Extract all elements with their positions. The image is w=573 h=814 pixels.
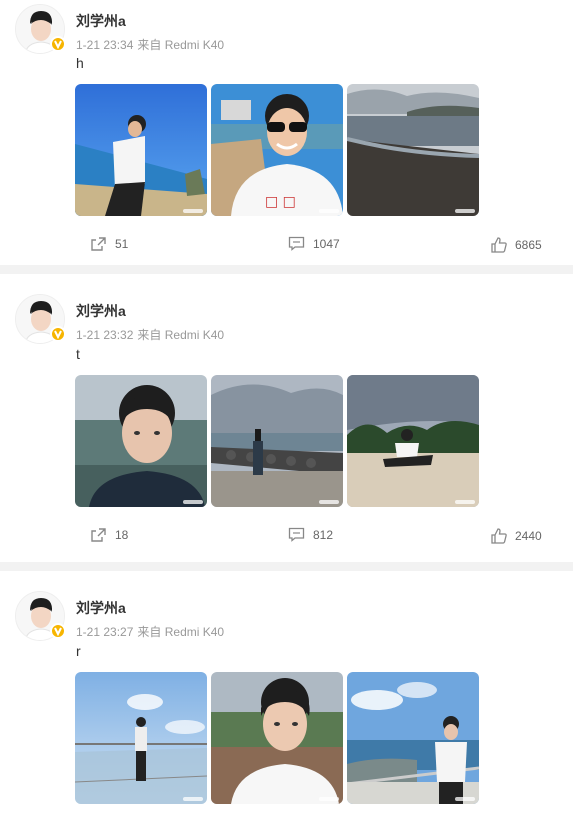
comment-icon — [288, 236, 305, 251]
post-divider — [0, 562, 573, 571]
post-time[interactable]: 1-21 23:27 — [76, 625, 133, 639]
post: 刘学州a 1-21 23:27 来自 Redmi K40 r — [0, 571, 573, 814]
post: 刘学州a 1-21 23:32 来自 Redmi K40 t 18 812 24… — [0, 274, 573, 562]
photo-coastal-city[interactable] — [347, 672, 479, 804]
author-name[interactable]: 刘学州a — [76, 301, 126, 321]
post-divider — [0, 265, 573, 274]
watermark — [183, 500, 203, 504]
post-meta: 1-21 23:27 来自 Redmi K40 — [76, 623, 228, 640]
like-count: 6865 — [515, 238, 542, 252]
photo-shoreline[interactable] — [347, 84, 479, 216]
share-count: 51 — [115, 237, 129, 251]
svg-text:□ □: □ □ — [265, 194, 296, 210]
photo-glass-walkway[interactable] — [75, 672, 207, 804]
watermark — [455, 209, 475, 213]
photo-selfie-balcony[interactable] — [211, 672, 343, 804]
share-icon — [91, 528, 106, 542]
watermark — [183, 209, 203, 213]
watermark — [319, 797, 339, 801]
post-source: 来自 Redmi K40 — [137, 38, 225, 52]
post-time[interactable]: 1-21 23:34 — [76, 38, 133, 52]
post-meta: 1-21 23:32 来自 Redmi K40 — [76, 326, 228, 343]
author-name[interactable]: 刘学州a — [76, 598, 126, 618]
post-source: 来自 Redmi K40 — [137, 328, 225, 342]
post-source: 来自 Redmi K40 — [137, 625, 225, 639]
author-name[interactable]: 刘学州a — [76, 11, 126, 31]
post-text: h — [76, 55, 84, 71]
post-time[interactable]: 1-21 23:32 — [76, 328, 133, 342]
like-button[interactable]: 2440 — [491, 528, 542, 544]
like-button[interactable]: 6865 — [491, 237, 542, 253]
post-meta: 1-21 23:34 来自 Redmi K40 — [76, 36, 228, 53]
photo-grid: □ □ — [75, 84, 479, 216]
watermark — [455, 500, 475, 504]
like-icon — [491, 528, 507, 544]
action-bar: 51 1047 6865 — [0, 236, 573, 256]
photo-selfie-sunglasses[interactable]: □ □ — [211, 84, 343, 216]
verified-badge-icon — [50, 326, 66, 342]
share-count: 18 — [115, 528, 129, 542]
photo-breakwater[interactable] — [211, 375, 343, 507]
like-icon — [491, 237, 507, 253]
post-text: r — [76, 643, 81, 659]
share-button[interactable]: 18 — [90, 527, 128, 543]
comment-count: 812 — [313, 527, 334, 542]
share-button[interactable]: 51 — [90, 236, 128, 252]
photo-beach-pose[interactable] — [75, 84, 207, 216]
watermark — [455, 797, 475, 801]
watermark — [319, 500, 339, 504]
watermark — [319, 209, 339, 213]
photo-grid — [75, 375, 479, 507]
share-icon — [91, 237, 106, 251]
comment-icon — [288, 527, 305, 542]
comment-count: 1047 — [313, 236, 340, 251]
verified-badge-icon — [50, 36, 66, 52]
post: 刘学州a 1-21 23:34 来自 Redmi K40 h □ □ 51 10… — [0, 0, 573, 265]
like-count: 2440 — [515, 529, 542, 543]
post-text: t — [76, 346, 80, 362]
action-bar: 18 812 2440 — [0, 527, 573, 547]
comment-button[interactable]: 1047 — [288, 236, 340, 251]
verified-badge-icon — [50, 623, 66, 639]
photo-selfie-sea[interactable] — [75, 375, 207, 507]
photo-grid — [75, 672, 479, 804]
watermark — [183, 797, 203, 801]
photo-sitting-sand[interactable] — [347, 375, 479, 507]
comment-button[interactable]: 812 — [288, 527, 333, 542]
